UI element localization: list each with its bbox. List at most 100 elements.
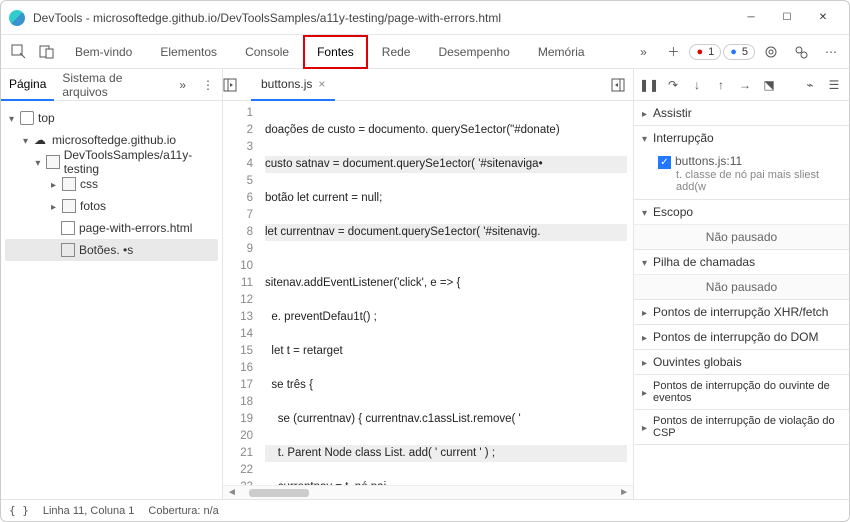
section-xhr[interactable]: Pontos de interrupção XHR/fetch [634, 300, 849, 324]
code-line: let t = retarget [265, 345, 343, 357]
bp-detail: t. classe de nó pai mais sliest add(w [658, 169, 841, 193]
section-dom[interactable]: Pontos de interrupção do DOM [634, 325, 849, 349]
left-kebab-icon[interactable]: ⋮ [194, 78, 222, 92]
code-line: let currentnav = document.querySe1ector(… [265, 226, 540, 238]
status-bar: { } Linha 11, Coluna 1 Cobertura: n/a [1, 499, 849, 521]
tree-row-botoes[interactable]: Botões. •s [5, 239, 218, 261]
main-tabs: Bem-vindo Elementos Console Fontes Rede … [61, 35, 599, 69]
section-label: Pontos de interrupção do DOM [653, 330, 818, 344]
tree-label: css [80, 177, 98, 191]
minimize-button[interactable]: ─ [733, 2, 769, 34]
breakpoint-item[interactable]: ✓ buttons.js:11 [658, 154, 841, 169]
kebab-icon[interactable]: ⋯ [817, 38, 845, 66]
tab-desempenho[interactable]: Desempenho [424, 35, 523, 69]
code-line: doações de custo = documento. querySe1ec… [265, 124, 560, 136]
section-pilha[interactable]: Pilha de chamadas [634, 250, 849, 274]
tab-filesystem[interactable]: Sistema de arquivos [54, 69, 171, 101]
section-label: Pontos de interrupção do ouvinte de even… [653, 380, 841, 404]
close-tab-icon[interactable]: × [318, 77, 325, 91]
info-count-badge[interactable]: 5 [723, 44, 755, 60]
tree-row-fotos[interactable]: fotos [5, 195, 218, 217]
code-line: se três { [265, 379, 313, 391]
bp-label: buttons.js:11 [675, 154, 742, 168]
section-ouvintes[interactable]: Ouvintes globais [634, 350, 849, 374]
feedback-icon[interactable] [787, 38, 815, 66]
code-body[interactable]: doações de custo = documento. querySe1ec… [259, 101, 633, 485]
section-label: Escopo [653, 205, 693, 219]
file-icon [61, 243, 75, 257]
navigator-panel: Página Sistema de arquivos » ⋮ top ☁ micr… [1, 69, 223, 499]
tree-row-css[interactable]: css [5, 173, 218, 195]
tree-row-path[interactable]: DevToolsSamples/a11y-testing [5, 151, 218, 173]
step-out-icon[interactable]: ↑ [710, 74, 732, 96]
code-line: botão let current = null; [265, 192, 382, 204]
tab-elementos[interactable]: Elementos [146, 35, 231, 69]
section-escopo[interactable]: Escopo [634, 200, 849, 224]
deactivate-bp-icon[interactable]: ⬔ [758, 74, 780, 96]
code-line: se (currentnav) { currentnav.c1assList.r… [265, 413, 521, 425]
section-label: Ouvintes globais [653, 355, 742, 369]
editor-panel: buttons.js × 12345 678910 1112131415 161… [223, 69, 634, 499]
add-tab-icon[interactable]: ＋ [659, 38, 687, 66]
file-tree: top ☁ microsoftedge.github.io DevToolsSam… [1, 101, 222, 267]
file-tab-buttons[interactable]: buttons.js × [251, 69, 335, 101]
tab-pagina[interactable]: Página [1, 69, 54, 101]
code-line: custo satnav = document.querySe1ector( '… [265, 158, 543, 170]
step-into-icon[interactable]: ↓ [686, 74, 708, 96]
code-line: sitenav.addEventListener('click', e => { [265, 277, 460, 289]
section-label: Pontos de interrupção de violação do CSP [653, 415, 841, 439]
tab-memoria[interactable]: Memória [524, 35, 599, 69]
settings-icon[interactable] [757, 38, 785, 66]
code-line: e. preventDefau1t() ; [265, 311, 377, 323]
stripes-icon[interactable]: ⌁ [799, 74, 821, 96]
tree-label: page-with-errors.html [79, 221, 192, 235]
cloud-icon: ☁ [34, 133, 48, 147]
error-count: 1 [708, 46, 714, 58]
section-label: Pontos de interrupção XHR/fetch [653, 305, 828, 319]
tree-label: microsoftedge.github.io [52, 133, 176, 147]
window-titlebar: DevTools - microsoftedge.github.io/DevTo… [1, 1, 849, 35]
section-assistir[interactable]: Assistir [634, 101, 849, 125]
folder-icon [62, 199, 76, 213]
tab-console[interactable]: Console [231, 35, 303, 69]
window-title: DevTools - microsoftedge.github.io/DevTo… [33, 11, 733, 25]
pause-icon[interactable]: ❚❚ [638, 74, 660, 96]
left-more-icon[interactable]: » [171, 78, 194, 92]
error-count-badge[interactable]: 1 [689, 44, 721, 60]
section-label: Pilha de chamadas [653, 255, 755, 269]
tree-label: top [38, 111, 55, 125]
callstack-empty: Não pausado [634, 274, 849, 299]
checkbox-icon[interactable]: ✓ [658, 156, 671, 169]
close-button[interactable]: ✕ [805, 2, 841, 34]
section-label: Interrupção [653, 131, 714, 145]
folder-icon [46, 155, 59, 169]
maximize-button[interactable]: ☐ [769, 2, 805, 34]
toggle-navigator-icon[interactable] [223, 78, 251, 92]
section-csp[interactable]: Pontos de interrupção de violação do CSP [634, 410, 849, 444]
format-icon[interactable]: { } [9, 504, 29, 517]
bug-icon[interactable]: ☰ [823, 74, 845, 96]
step-icon[interactable]: → [734, 74, 756, 96]
step-over-icon[interactable]: ↷ [662, 74, 684, 96]
debugger-panel: ❚❚ ↷ ↓ ↑ → ⬔ ⌁ ☰ Assistir Interrupção ✓ b… [634, 69, 849, 499]
tab-rede[interactable]: Rede [368, 35, 425, 69]
code-editor[interactable]: 12345 678910 1112131415 1617181920 21222… [223, 101, 633, 485]
tree-row-top[interactable]: top [5, 107, 218, 129]
coverage-label: Cobertura: n/a [148, 505, 218, 517]
line-gutter[interactable]: 12345 678910 1112131415 1617181920 21222… [223, 101, 259, 485]
inspect-icon[interactable] [5, 38, 33, 66]
code-line: t. Parent Node class List. add( ' curren… [265, 447, 495, 459]
tab-fontes[interactable]: Fontes [303, 35, 368, 69]
more-tabs-icon[interactable]: » [629, 38, 657, 66]
horizontal-scrollbar[interactable]: ◄► [223, 485, 633, 499]
tab-bem-vindo[interactable]: Bem-vindo [61, 35, 146, 69]
debugger-toolbar: ❚❚ ↷ ↓ ↑ → ⬔ ⌁ ☰ [634, 69, 849, 101]
tree-row-page[interactable]: page-with-errors.html [5, 217, 218, 239]
devtools-toolbar: Bem-vindo Elementos Console Fontes Rede … [1, 35, 849, 69]
toggle-debugger-icon[interactable] [603, 78, 633, 92]
cursor-position: Linha 11, Coluna 1 [43, 505, 135, 517]
section-interrupcao[interactable]: Interrupção [634, 126, 849, 150]
device-icon[interactable] [33, 38, 61, 66]
info-count: 5 [742, 46, 748, 58]
section-ouvinte-ev[interactable]: Pontos de interrupção do ouvinte de even… [634, 375, 849, 409]
